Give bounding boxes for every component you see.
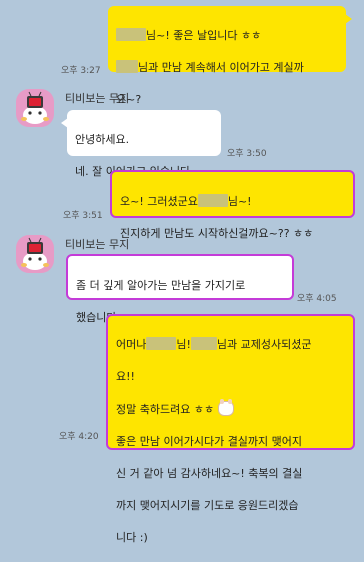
avatar[interactable] [16,235,54,273]
my-message-bubble[interactable]: 어머나 님! 님과 교제성사되셨군 요!! 정말 축하드려요 ㅎㅎ 좋은 만남 이어… [106,314,355,544]
message-line: 신 거 같아 넘 감사하네요~! 축복의 결실 [116,467,303,480]
avatar[interactable] [16,89,54,127]
message-time: 오후 3:51 [63,211,103,221]
sender-name: 티비보는 무지 [65,238,130,251]
message-line: 요!! [116,370,135,383]
my-message-bubble[interactable]: 님~! 좋은 날입니다 ㅎㅎ 님과 만남 계속해서 이어가고 계실까 요~? [108,6,352,106]
message-line: 좋은 만남 이어가시다가 결실까지 맺어지 [116,435,303,448]
message-line: 님과 만남 계속해서 이어가고 계실까 [116,60,338,76]
their-message-bubble[interactable]: 안녕하세요. 네. 잘 이어가고 있습니다. [61,110,221,178]
redacted-name [116,28,146,41]
redacted-name [116,60,138,73]
message-line: 니다 :) [116,531,148,544]
message-line: 요~? [116,93,142,106]
message-line: 안녕하세요. [75,133,130,146]
redacted-name [197,194,228,207]
message-time: 오후 3:27 [61,66,101,76]
tv-robot-avatar-icon [21,237,49,270]
puppy-emoji-icon [217,399,234,416]
message-line: 님~! 좋은 날입니다 ㅎㅎ [116,28,338,44]
tv-robot-avatar-icon [21,91,49,124]
message-line: 어머나 님! 님과 교제성사되셨군 [116,337,312,351]
their-message-bubble[interactable]: 좀 더 깊게 알아가는 만남을 가지기로 했습니다. [66,254,294,324]
message-line: 좀 더 깊게 알아가는 만남을 가지기로 [76,279,246,292]
redacted-name [146,337,177,350]
message-time: 오후 4:05 [297,294,337,304]
message-line: 진지하게 만남도 시작하신걸까요~?? ㅎㅎ [120,227,314,240]
message-line: 오~! 그러셨군요 님~! [120,194,252,208]
my-message-bubble[interactable]: 오~! 그러셨군요 님~! 진지하게 만남도 시작하신걸까요~?? ㅎㅎ [110,170,355,240]
message-time: 오후 3:50 [227,149,267,159]
sender-name: 티비보는 무지 [65,92,130,105]
message-time: 오후 4:20 [59,432,99,442]
redacted-name [190,337,217,350]
message-line: 정말 축하드려요 ㅎㅎ [116,399,345,418]
message-line: 까지 맺어지시기를 기도로 응원드리겠습 [116,499,299,512]
